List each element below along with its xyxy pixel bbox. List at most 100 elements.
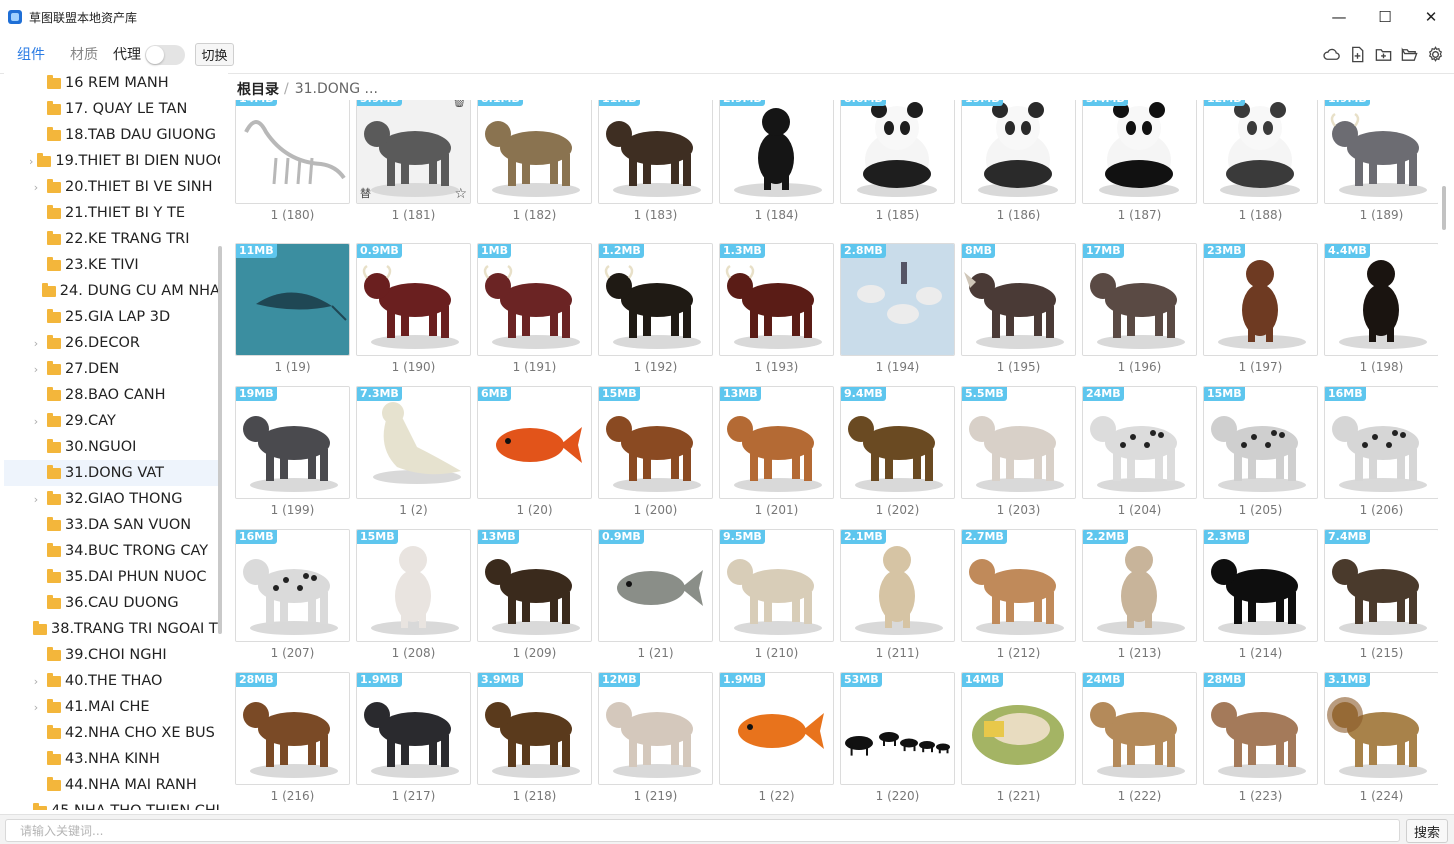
asset-thumbnail[interactable]: 24MB xyxy=(1082,672,1197,785)
asset-thumbnail[interactable]: 0.9MB xyxy=(356,243,471,356)
sidebar-item[interactable]: › 19.THIET BI DIEN NUOC xyxy=(4,148,220,174)
asset-thumbnail[interactable]: 2.2MB xyxy=(1082,529,1197,642)
sidebar-item[interactable]: 38.TRANG TRI NGOAI THAT xyxy=(4,616,220,642)
sidebar-item[interactable]: › 27.DEN xyxy=(4,356,220,382)
sidebar-item[interactable]: › 32.GIAO THONG xyxy=(4,486,220,512)
asset-thumbnail[interactable]: 7.4MB xyxy=(1324,529,1438,642)
asset-thumbnail[interactable]: 1.3MB xyxy=(719,243,834,356)
sidebar-item[interactable]: › 26.DECOR xyxy=(4,330,220,356)
sidebar-item[interactable]: 30.NGUOI xyxy=(4,434,220,460)
asset-thumbnail[interactable]: 2.7MB xyxy=(961,529,1076,642)
tab-components[interactable]: 组件 xyxy=(17,34,45,74)
sidebar-item[interactable]: 18.TAB DAU GIUONG xyxy=(4,122,220,148)
switch-button[interactable]: 切换 xyxy=(195,43,234,66)
sidebar-item[interactable]: 43.NHA KINH xyxy=(4,746,220,772)
favorite-star-icon[interactable]: ☆ xyxy=(454,186,467,202)
search-button[interactable]: 搜索 xyxy=(1406,819,1448,843)
breadcrumb-root[interactable]: 根目录 xyxy=(237,79,279,99)
asset-thumbnail[interactable]: 9.4MB xyxy=(840,386,955,499)
asset-thumbnail[interactable]: 3.9MB 🗑 替 ☆ xyxy=(356,100,471,204)
chevron-right-icon[interactable]: › xyxy=(29,675,43,688)
asset-thumbnail[interactable]: 15MB xyxy=(598,386,713,499)
search-input[interactable] xyxy=(5,819,1400,842)
sidebar-item[interactable]: 16 REM MANH xyxy=(4,70,220,96)
sidebar-item[interactable]: › 29.CAY xyxy=(4,408,220,434)
asset-thumbnail[interactable]: 17MB xyxy=(1082,243,1197,356)
asset-thumbnail[interactable]: 8MB xyxy=(961,243,1076,356)
chevron-right-icon[interactable]: › xyxy=(29,493,43,506)
asset-thumbnail[interactable]: 8.1MB xyxy=(477,100,592,204)
new-file-icon[interactable] xyxy=(1346,43,1368,65)
cloud-icon[interactable] xyxy=(1320,43,1342,65)
asset-thumbnail[interactable]: 11MB xyxy=(598,100,713,204)
asset-thumbnail[interactable]: 15MB xyxy=(1203,386,1318,499)
open-folder-icon[interactable] xyxy=(1398,43,1420,65)
asset-thumbnail[interactable]: 1MB xyxy=(477,243,592,356)
asset-thumbnail[interactable]: 3.9MB xyxy=(477,672,592,785)
sidebar-item[interactable]: 24. DUNG CU AM NHA xyxy=(4,278,220,304)
sidebar-item[interactable]: › 40.THE THAO xyxy=(4,668,220,694)
asset-thumbnail[interactable]: 53MB xyxy=(840,672,955,785)
asset-thumbnail[interactable]: 1.9MB xyxy=(1324,100,1438,204)
sidebar-item[interactable]: 17. QUAY LE TAN xyxy=(4,96,220,122)
asset-thumbnail[interactable]: 8.6MB xyxy=(840,100,955,204)
asset-thumbnail[interactable]: 28MB xyxy=(235,672,350,785)
proxy-toggle[interactable] xyxy=(145,45,185,65)
sidebar-item[interactable]: 35.DAI PHUN NUOC xyxy=(4,564,220,590)
asset-thumbnail[interactable]: 2.3MB xyxy=(1203,529,1318,642)
sidebar-item[interactable]: 31.DONG VAT xyxy=(4,460,220,486)
chevron-right-icon[interactable]: › xyxy=(29,363,43,376)
sidebar-item[interactable]: 36.CAU DUONG xyxy=(4,590,220,616)
sidebar-item[interactable]: 45.NHA THO THIEN CHUA xyxy=(4,798,220,810)
asset-thumbnail[interactable]: 28MB xyxy=(1203,672,1318,785)
chevron-right-icon[interactable]: › xyxy=(29,337,43,350)
close-button[interactable]: ✕ xyxy=(1408,0,1454,34)
minimize-button[interactable]: — xyxy=(1316,0,1362,34)
asset-thumbnail[interactable]: 5.5MB xyxy=(961,386,1076,499)
asset-thumbnail[interactable]: 19MB xyxy=(961,100,1076,204)
sidebar-item[interactable]: 34.BUC TRONG CAY xyxy=(4,538,220,564)
sidebar-item[interactable]: 33.DA SAN VUON xyxy=(4,512,220,538)
chevron-right-icon[interactable]: › xyxy=(29,155,33,168)
asset-thumbnail[interactable]: 13MB xyxy=(477,529,592,642)
sidebar-item[interactable]: 25.GIA LAP 3D xyxy=(4,304,220,330)
asset-thumbnail[interactable]: 13MB xyxy=(719,386,834,499)
asset-thumbnail[interactable]: 2.8MB xyxy=(840,243,955,356)
delete-icon[interactable]: 🗑 xyxy=(452,100,467,108)
settings-icon[interactable] xyxy=(1424,43,1446,65)
asset-thumbnail[interactable]: 3.4MB xyxy=(1082,100,1197,204)
sidebar-item[interactable]: 39.CHOI NGHI xyxy=(4,642,220,668)
asset-thumbnail[interactable]: 14MB xyxy=(961,672,1076,785)
asset-thumbnail[interactable]: 0.9MB xyxy=(598,529,713,642)
asset-thumbnail[interactable]: 19MB xyxy=(235,386,350,499)
grid-scrollbar[interactable] xyxy=(1442,186,1446,230)
asset-thumbnail[interactable]: 2.9MB xyxy=(719,100,834,204)
asset-thumbnail[interactable]: 15MB xyxy=(356,529,471,642)
asset-thumbnail[interactable]: 3.1MB xyxy=(1324,672,1438,785)
asset-thumbnail[interactable]: 6MB xyxy=(477,386,592,499)
tab-materials[interactable]: 材质 xyxy=(70,34,98,74)
sidebar-item[interactable]: 21.THIET BI Y TE xyxy=(4,200,220,226)
asset-thumbnail[interactable]: 1.2MB xyxy=(598,243,713,356)
asset-thumbnail[interactable]: 16MB xyxy=(235,529,350,642)
sidebar-item[interactable]: 22.KE TRANG TRI xyxy=(4,226,220,252)
asset-thumbnail[interactable]: 16MB xyxy=(1324,386,1438,499)
asset-thumbnail[interactable]: 2.1MB xyxy=(840,529,955,642)
asset-thumbnail[interactable]: 12MB xyxy=(1203,100,1318,204)
asset-thumbnail[interactable]: 9.5MB xyxy=(719,529,834,642)
chevron-right-icon[interactable]: › xyxy=(29,415,43,428)
asset-thumbnail[interactable]: 12MB xyxy=(598,672,713,785)
asset-thumbnail[interactable]: 4.4MB xyxy=(1324,243,1438,356)
asset-thumbnail[interactable]: 1.9MB xyxy=(719,672,834,785)
asset-thumbnail[interactable]: 11MB xyxy=(235,243,350,356)
asset-thumbnail[interactable]: 24MB xyxy=(1082,386,1197,499)
sidebar-item[interactable]: 44.NHA MAI RANH xyxy=(4,772,220,798)
asset-thumbnail[interactable]: 7.3MB xyxy=(356,386,471,499)
chevron-right-icon[interactable]: › xyxy=(29,701,43,714)
sidebar-item[interactable]: 28.BAO CANH xyxy=(4,382,220,408)
asset-thumbnail[interactable]: 14MB xyxy=(235,100,350,204)
asset-thumbnail[interactable]: 1.9MB xyxy=(356,672,471,785)
maximize-button[interactable]: ☐ xyxy=(1362,0,1408,34)
sidebar-item[interactable]: › 41.MAI CHE xyxy=(4,694,220,720)
chevron-right-icon[interactable]: › xyxy=(29,181,43,194)
